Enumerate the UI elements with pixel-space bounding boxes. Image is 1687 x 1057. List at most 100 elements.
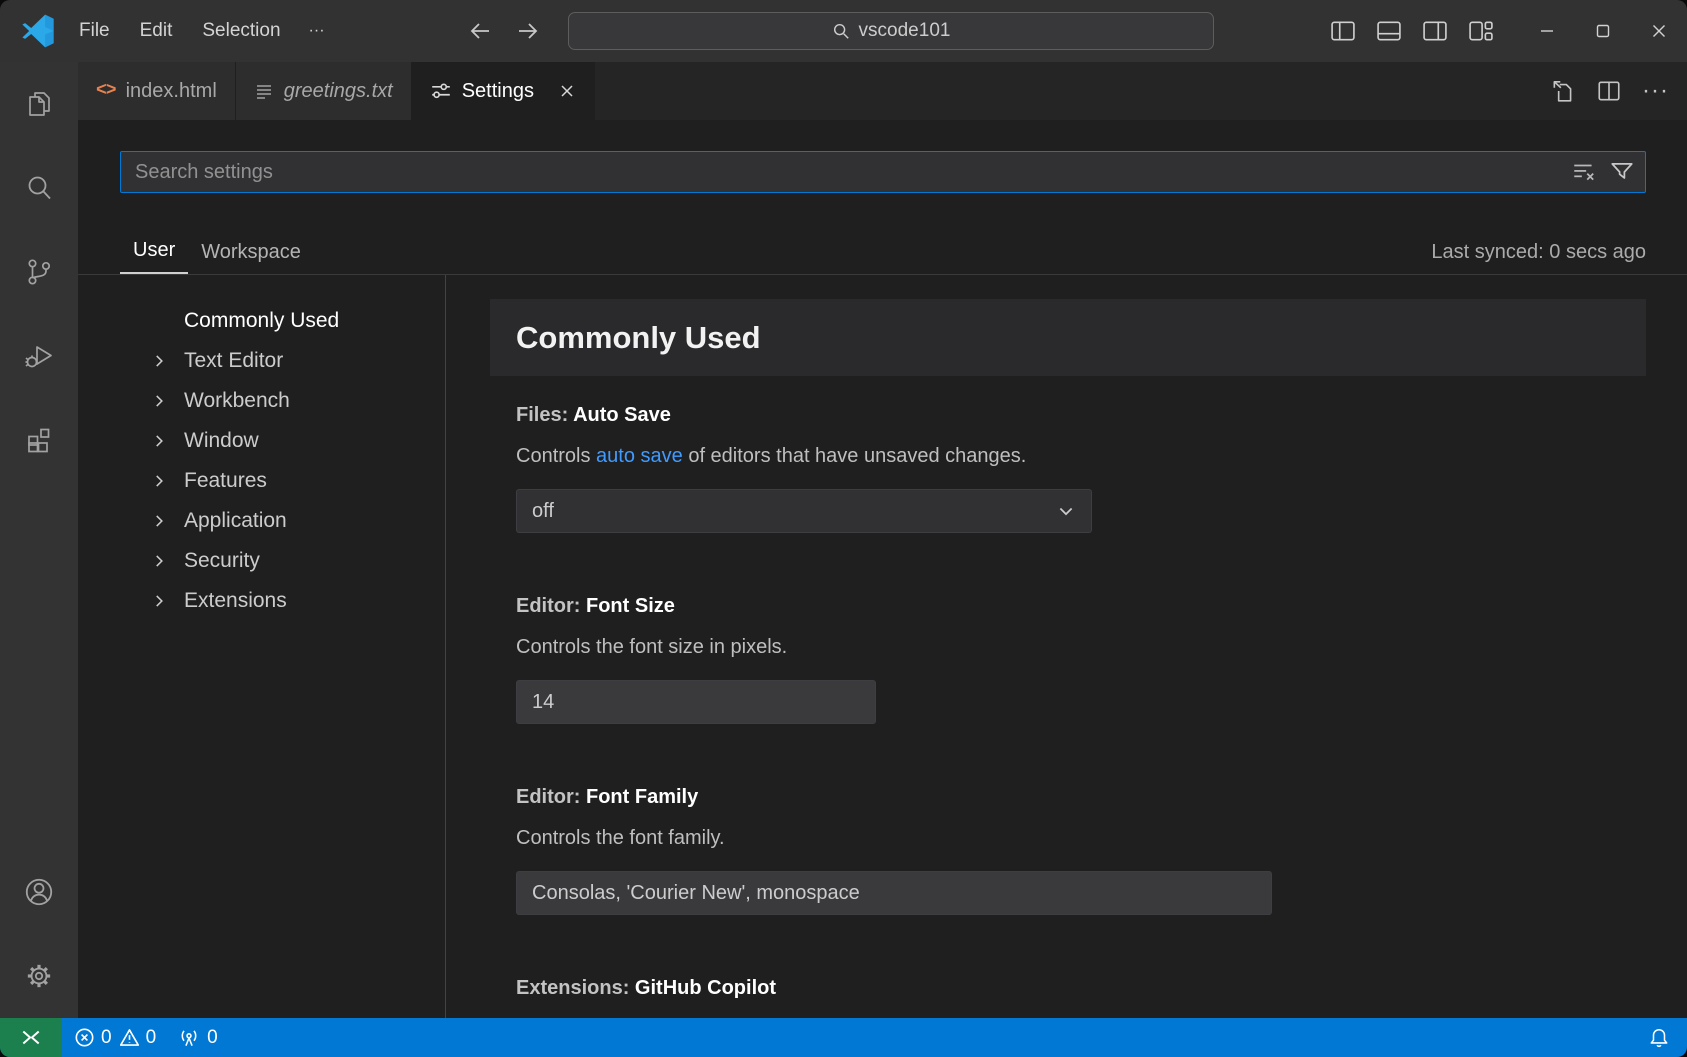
settings-editor: User Workspace Last synced: 0 secs ago C… — [78, 120, 1687, 1018]
command-center-search[interactable]: vscode101 — [568, 12, 1214, 50]
setting-description: Controls the font size in pixels. — [516, 635, 1620, 659]
setting-title: Editor: Font Size — [516, 594, 1620, 618]
toc-label: Security — [78, 549, 260, 573]
toc-item-text-editor[interactable]: Text Editor — [78, 341, 445, 381]
toc-item-commonly-used[interactable]: Commonly Used — [78, 301, 445, 341]
problems-indicator[interactable]: 0 0 — [62, 1018, 168, 1057]
customize-layout-icon[interactable] — [1469, 21, 1493, 41]
group-header-label: Commonly Used — [516, 320, 761, 356]
open-settings-json-icon[interactable] — [1550, 78, 1576, 104]
editor-actions: ··· — [1550, 62, 1687, 120]
error-icon — [74, 1027, 95, 1048]
scope-tab-user[interactable]: User — [120, 233, 188, 274]
scope-tab-workspace[interactable]: Workspace — [188, 235, 314, 274]
broadcast-tower-icon — [178, 1027, 200, 1049]
setting-title: Files: Auto Save — [516, 403, 1620, 427]
tab-settings[interactable]: Settings — [412, 62, 595, 120]
activity-bar — [0, 62, 78, 1018]
toc-item-application[interactable]: Application — [78, 501, 445, 541]
search-icon — [832, 22, 850, 40]
settings-gear-icon[interactable] — [0, 934, 78, 1018]
toggle-sidebar-icon[interactable] — [1331, 21, 1355, 41]
remote-indicator[interactable] — [0, 1018, 62, 1057]
layout-controls — [1331, 21, 1493, 41]
forward-arrow-icon[interactable] — [516, 19, 540, 43]
settings-search-box — [120, 151, 1646, 193]
settings-toc: Commonly Used Text Editor Workbench Wind… — [78, 301, 445, 621]
explorer-icon[interactable] — [0, 62, 78, 146]
setting-description: Controls auto save of editors that have … — [516, 444, 1620, 468]
minimize-button[interactable] — [1519, 0, 1575, 62]
status-bar: 0 0 0 — [0, 1018, 1687, 1057]
setting-label: Auto Save — [573, 404, 671, 426]
settings-list: Commonly Used Files: Auto Save Controls … — [490, 275, 1646, 1018]
menu-edit[interactable]: Edit — [125, 12, 188, 50]
toc-item-extensions[interactable]: Extensions — [78, 581, 445, 621]
auto-save-select[interactable]: off — [516, 489, 1092, 533]
notifications-bell-icon[interactable] — [1631, 1027, 1687, 1049]
menu-file[interactable]: File — [64, 12, 125, 50]
tab-index-html[interactable]: <> index.html — [78, 62, 236, 120]
setting-editor-font-size: Editor: Font Size Controls the font size… — [490, 594, 1646, 724]
settings-search-input[interactable] — [131, 161, 1563, 184]
chevron-right-icon — [150, 352, 168, 370]
desc-text: Controls the font size in pixels. — [516, 636, 787, 658]
toggle-panel-icon[interactable] — [1377, 21, 1401, 41]
toc-label: Extensions — [78, 589, 287, 613]
toc-item-window[interactable]: Window — [78, 421, 445, 461]
editor-area: <> index.html greetings.txt Settings — [78, 62, 1687, 1018]
toc-splitter[interactable] — [445, 275, 446, 1018]
font-size-input[interactable] — [516, 680, 876, 724]
settings-body: Commonly Used Text Editor Workbench Wind… — [78, 274, 1687, 1018]
desc-text: of editors that have unsaved changes. — [683, 445, 1027, 467]
setting-label: Font Size — [586, 595, 675, 617]
menu-selection[interactable]: Selection — [187, 12, 295, 50]
close-tab-icon[interactable] — [558, 82, 576, 100]
back-arrow-icon[interactable] — [468, 19, 492, 43]
tab-label: greetings.txt — [284, 80, 393, 103]
split-editor-icon[interactable] — [1596, 79, 1622, 103]
toc-label: Application — [78, 509, 287, 533]
setting-category: Editor: — [516, 786, 580, 808]
text-file-icon — [254, 81, 274, 101]
setting-title: Extensions: GitHub Copilot — [516, 976, 1620, 1000]
filter-settings-icon[interactable] — [1609, 159, 1635, 185]
toc-item-features[interactable]: Features — [78, 461, 445, 501]
tab-label: index.html — [126, 80, 217, 103]
toc-item-workbench[interactable]: Workbench — [78, 381, 445, 421]
setting-files-auto-save: Files: Auto Save Controls auto save of e… — [490, 403, 1646, 533]
setting-label: GitHub Copilot — [635, 977, 776, 999]
tab-greetings-txt[interactable]: greetings.txt — [236, 62, 412, 120]
setting-extensions-github-copilot: Extensions: GitHub Copilot — [490, 976, 1646, 1000]
titlebar-controls — [1331, 0, 1687, 62]
source-control-icon[interactable] — [0, 230, 78, 314]
setting-label: Font Family — [586, 786, 698, 808]
more-actions-icon[interactable]: ··· — [1642, 77, 1669, 105]
setting-category: Editor: — [516, 595, 580, 617]
ports-indicator[interactable]: 0 — [168, 1018, 228, 1057]
setting-editor-font-family: Editor: Font Family Controls the font fa… — [490, 785, 1646, 915]
vscode-logo-icon — [21, 14, 55, 48]
auto-save-link[interactable]: auto save — [596, 445, 683, 467]
close-window-button[interactable] — [1631, 0, 1687, 62]
setting-category: Extensions: — [516, 977, 629, 999]
maximize-button[interactable] — [1575, 0, 1631, 62]
toc-item-security[interactable]: Security — [78, 541, 445, 581]
command-center-label: vscode101 — [859, 20, 951, 42]
extensions-view-icon[interactable] — [0, 398, 78, 482]
ports-count: 0 — [207, 1027, 218, 1049]
search-view-icon[interactable] — [0, 146, 78, 230]
menu-more-button[interactable]: ··· — [296, 14, 338, 48]
error-count: 0 — [101, 1027, 112, 1049]
clear-search-icon[interactable] — [1571, 160, 1597, 184]
toc-label: Commonly Used — [78, 309, 339, 333]
toggle-secondary-sidebar-icon[interactable] — [1423, 21, 1447, 41]
html-file-icon: <> — [96, 81, 116, 101]
font-family-input[interactable] — [516, 871, 1272, 915]
chevron-right-icon — [150, 432, 168, 450]
setting-description: Controls the font family. — [516, 826, 1620, 850]
run-debug-icon[interactable] — [0, 314, 78, 398]
account-icon[interactable] — [0, 850, 78, 934]
group-header-commonly-used: Commonly Used — [490, 299, 1646, 376]
chevron-down-icon — [1056, 501, 1076, 521]
